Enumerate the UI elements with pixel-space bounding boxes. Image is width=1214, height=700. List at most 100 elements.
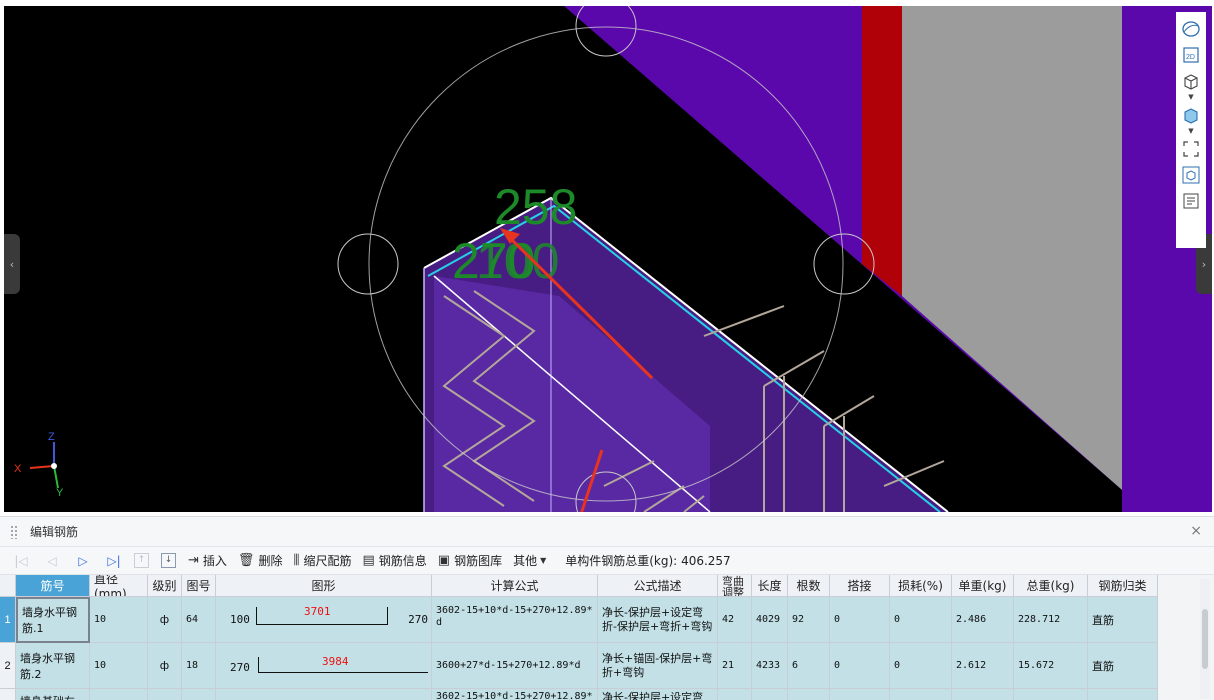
row-index[interactable]: 3 [0, 689, 16, 700]
col-header[interactable]: 根数 [788, 575, 830, 597]
col-header[interactable]: 损耗(%) [890, 575, 952, 597]
formula-cell[interactable]: 3602-15+10*d-15+270+12.89* [432, 689, 598, 700]
row-index[interactable]: 2 [0, 643, 16, 689]
grade-cell[interactable]: ф [148, 597, 182, 643]
box-view-icon[interactable] [1180, 70, 1202, 92]
table-row[interactable]: 3 墙身基础左 3602-15+10*d-15+270+12.89* 净长-保护… [0, 689, 1200, 700]
prev-record-icon[interactable]: ◁ [41, 554, 63, 568]
col-header[interactable]: 弯曲调整 [718, 575, 752, 597]
col-header[interactable]: 计算公式 [432, 575, 598, 597]
lap-cell[interactable]: 0 [830, 597, 890, 643]
formula-cell[interactable]: 3602-15+10*d-15+270+12.89*d [432, 597, 598, 643]
shape-cell[interactable] [216, 689, 432, 700]
shape-left-dim: 270 [230, 661, 250, 674]
scale-rebar-button[interactable]: ⫼ 缩尺配筋 [293, 552, 351, 569]
grade-cell[interactable]: ф [148, 643, 182, 689]
total-weight-label: 单构件钢筋总重(kg): 406.257 [565, 554, 731, 568]
count-cell[interactable]: 92 [788, 597, 830, 643]
col-header[interactable]: 筋号 [16, 575, 90, 597]
col-header[interactable]: 图形 [216, 575, 432, 597]
other-dropdown[interactable]: 其他 ▼ [513, 552, 550, 569]
category-cell[interactable] [1088, 689, 1158, 700]
col-header[interactable]: 公式描述 [598, 575, 718, 597]
col-header[interactable]: 总重(kg) [1014, 575, 1088, 597]
fit-screen-icon[interactable] [1180, 138, 1202, 160]
table-row[interactable]: 2 墙身水平钢筋.2 10 ф 18 270 3984 3600+27*d-15… [0, 643, 1200, 689]
unit-weight-cell[interactable]: 2.486 [952, 597, 1014, 643]
table-header: 筋号 直径(mm) 级别 图号 图形 计算公式 公式描述 弯曲调整 长度 根数 … [0, 575, 1200, 597]
move-down-icon[interactable]: ↓ [161, 553, 176, 568]
bend-cell[interactable] [718, 689, 752, 700]
col-header[interactable]: 单重(kg) [952, 575, 1014, 597]
properties-list-icon[interactable] [1180, 190, 1202, 212]
loss-cell[interactable]: 0 [890, 643, 952, 689]
rebar-info-button[interactable]: ▤ 钢筋信息 [362, 552, 426, 569]
solid-box-icon[interactable] [1180, 104, 1202, 126]
3d-viewport[interactable]: 258 270 100 Z X Y ‹ › ⌄ [4, 6, 1212, 512]
loss-cell[interactable] [890, 689, 952, 700]
orbit-icon[interactable] [1180, 18, 1202, 40]
rebar-name-cell[interactable]: 墙身水平钢筋.2 [16, 643, 90, 689]
category-cell[interactable]: 直筋 [1088, 643, 1158, 689]
grade-cell[interactable] [148, 689, 182, 700]
rebar-name-cell[interactable]: 墙身基础左 [16, 689, 90, 700]
drag-grip-icon[interactable] [10, 524, 18, 539]
chevron-down-icon[interactable]: ▼ [1188, 94, 1193, 102]
total-weight-cell[interactable]: 15.672 [1014, 643, 1088, 689]
length-cell[interactable]: 4029 [752, 597, 788, 643]
bend-cell[interactable]: 42 [718, 597, 752, 643]
col-header[interactable]: 钢筋归类 [1088, 575, 1158, 597]
row-index[interactable]: 1 [0, 597, 16, 643]
bend-cell[interactable]: 21 [718, 643, 752, 689]
lap-cell[interactable]: 0 [830, 643, 890, 689]
table-scrollbar[interactable] [1200, 579, 1210, 699]
view-toolbar: 2D ▼ ▼ [1176, 12, 1206, 248]
diameter-cell[interactable]: 10 [90, 597, 148, 643]
col-header[interactable]: 图号 [182, 575, 216, 597]
close-icon[interactable]: × [1190, 523, 1202, 539]
col-header[interactable]: 搭接 [830, 575, 890, 597]
description-cell[interactable]: 净长-保护层+设定弯折- [598, 689, 718, 700]
col-header[interactable]: 直径(mm) [90, 575, 148, 597]
figure-number-cell[interactable]: 64 [182, 597, 216, 643]
scrollbar-thumb[interactable] [1202, 609, 1208, 669]
description-cell[interactable]: 净长+锚固-保护层+弯折+弯钩 [598, 643, 718, 689]
delete-button[interactable]: 🗑 删除 [238, 552, 283, 569]
first-record-icon[interactable]: |◁ [10, 554, 32, 568]
category-cell[interactable]: 直筋 [1088, 597, 1158, 643]
next-record-icon[interactable]: ▷ [72, 554, 94, 568]
move-up-icon[interactable]: ↑ [134, 553, 149, 568]
chevron-down-icon[interactable]: ▼ [1188, 128, 1193, 136]
rebar-library-button[interactable]: ▣ 钢筋图库 [438, 552, 502, 569]
total-weight-cell[interactable] [1014, 689, 1088, 700]
lap-cell[interactable] [830, 689, 890, 700]
red-column-face [862, 6, 902, 296]
figure-number-cell[interactable]: 18 [182, 643, 216, 689]
left-collapse-tab[interactable]: ‹ [4, 234, 20, 294]
count-cell[interactable] [788, 689, 830, 700]
insert-button[interactable]: ⇥ 插入 [188, 552, 227, 569]
svg-text:Z: Z [48, 431, 55, 443]
shape-cell[interactable]: 270 3984 [216, 643, 432, 689]
shape-cell[interactable]: 100 3701 270 [216, 597, 432, 643]
formula-cell[interactable]: 3600+27*d-15+270+12.89*d [432, 643, 598, 689]
diameter-cell[interactable] [90, 689, 148, 700]
col-header[interactable]: 级别 [148, 575, 182, 597]
3d-cube-icon[interactable] [1180, 164, 1202, 186]
length-cell[interactable] [752, 689, 788, 700]
loss-cell[interactable]: 0 [890, 597, 952, 643]
table-row[interactable]: 1 墙身水平钢筋.1 10 ф 64 100 3701 270 3602-15+… [0, 597, 1200, 643]
length-cell[interactable]: 4233 [752, 643, 788, 689]
description-cell[interactable]: 净长-保护层+设定弯折-保护层+弯折+弯钩 [598, 597, 718, 643]
unit-weight-cell[interactable]: 2.612 [952, 643, 1014, 689]
figure-number-cell[interactable] [182, 689, 216, 700]
count-cell[interactable]: 6 [788, 643, 830, 689]
total-weight-cell[interactable]: 228.712 [1014, 597, 1088, 643]
2d-view-icon[interactable]: 2D [1180, 44, 1202, 66]
unit-weight-cell[interactable] [952, 689, 1014, 700]
col-header[interactable]: 长度 [752, 575, 788, 597]
shape-mid-dim: 3701 [304, 605, 331, 618]
diameter-cell[interactable]: 10 [90, 643, 148, 689]
rebar-name-cell[interactable]: 墙身水平钢筋.1 [16, 597, 90, 643]
last-record-icon[interactable]: ▷| [103, 554, 125, 568]
